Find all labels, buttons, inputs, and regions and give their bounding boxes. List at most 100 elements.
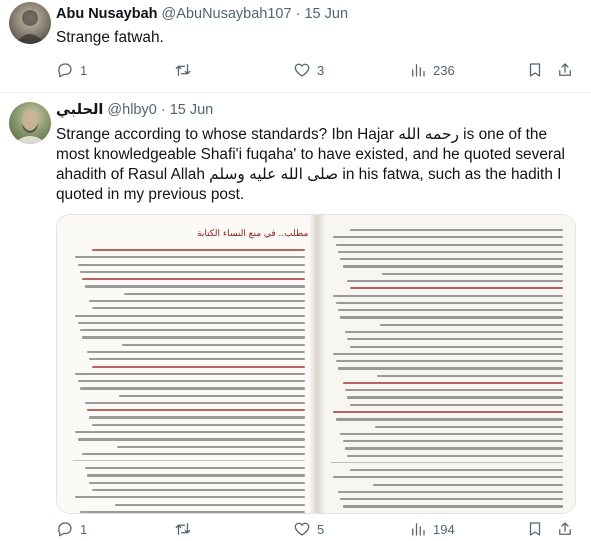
book-text-line xyxy=(375,425,563,428)
handle[interactable]: @hlby0 xyxy=(107,102,156,118)
tweet[interactable]: Abu Nusaybah @AbuNusaybah107 · 15 Jun St… xyxy=(0,0,591,92)
book-text-line xyxy=(89,299,305,303)
book-text-line xyxy=(335,360,563,363)
reply-count: 1 xyxy=(80,521,88,537)
reply-icon xyxy=(58,522,72,537)
book-text-line xyxy=(372,483,563,486)
like-count: 3 xyxy=(317,62,325,78)
display-name[interactable]: Abu Nusaybah xyxy=(56,6,158,22)
book-text-line xyxy=(79,270,305,274)
book-text-line xyxy=(333,236,563,239)
book-text-line xyxy=(337,490,563,494)
book-text-line xyxy=(340,498,563,501)
book-text-line xyxy=(89,416,305,419)
views-button[interactable]: 236 xyxy=(409,60,455,80)
book-text-line xyxy=(342,440,563,443)
book-text-line xyxy=(91,307,305,310)
book-text-line xyxy=(337,367,563,370)
book-text-line xyxy=(349,403,563,406)
book-text-line xyxy=(121,343,305,346)
book-text-line xyxy=(333,294,563,297)
book-text-line xyxy=(379,323,563,326)
book-rule xyxy=(73,460,305,462)
book-text-line xyxy=(333,476,563,479)
views-count: 236 xyxy=(433,62,455,78)
book-text-line xyxy=(86,350,305,354)
book-text-line xyxy=(75,372,305,375)
share-button[interactable] xyxy=(556,519,574,539)
book-text-line xyxy=(82,452,305,456)
book-text-line xyxy=(124,292,305,295)
bookmark-icon xyxy=(529,522,541,536)
reply-count: 1 xyxy=(80,62,88,78)
book-text-line xyxy=(77,263,305,266)
views-count: 194 xyxy=(433,521,455,537)
retweet-button[interactable] xyxy=(174,519,198,539)
book-text-line xyxy=(333,352,563,355)
book-text-line xyxy=(347,279,563,283)
separator: · xyxy=(160,102,166,118)
book-heading: مطلب.. في منع النساء الكتابة xyxy=(197,229,309,239)
display-name[interactable]: الحلبي xyxy=(56,102,103,118)
retweet-button[interactable] xyxy=(174,60,198,80)
book-text-line xyxy=(77,321,305,324)
book-text-line xyxy=(84,401,305,405)
bookmark-button[interactable] xyxy=(526,519,544,539)
book-page-left: مطلب.. في منع النساء الكتابة xyxy=(57,215,317,513)
like-button[interactable]: 5 xyxy=(293,519,324,539)
book-text-line xyxy=(86,409,305,412)
book-text-line xyxy=(342,265,563,268)
book-text-line xyxy=(91,249,305,252)
book-text-line xyxy=(344,389,563,392)
book-text-line xyxy=(340,432,563,436)
timestamp[interactable]: 15 Jun xyxy=(304,6,348,22)
book-text-line xyxy=(344,330,563,334)
book-text-line xyxy=(91,365,305,368)
book-text-line xyxy=(349,229,563,232)
avatar[interactable] xyxy=(9,102,51,144)
book-text-line xyxy=(79,510,305,513)
book-text-line xyxy=(349,287,563,290)
book-text-line xyxy=(79,329,305,332)
share-button[interactable] xyxy=(556,60,574,80)
tweet-header: Abu Nusaybah @AbuNusaybah107 · 15 Jun xyxy=(56,6,348,22)
reply-button[interactable]: 1 xyxy=(56,60,87,80)
book-text-line xyxy=(347,454,563,457)
separator: · xyxy=(295,6,301,22)
like-button[interactable]: 3 xyxy=(293,60,324,80)
book-text-line xyxy=(75,496,305,499)
views-button[interactable]: 194 xyxy=(409,519,455,539)
book-text-lines xyxy=(73,249,305,513)
tweet-actions: 1 3 236 xyxy=(56,60,576,80)
book-text-line xyxy=(347,338,563,341)
book-text-line xyxy=(335,301,563,304)
book-text-line xyxy=(344,447,563,450)
share-icon xyxy=(559,522,571,535)
share-icon xyxy=(559,63,571,76)
book-text-line xyxy=(342,505,563,508)
reply-button[interactable]: 1 xyxy=(56,519,87,539)
bookmark-button[interactable] xyxy=(526,60,544,80)
tweet-actions: 1 5 194 xyxy=(56,519,576,539)
book-text-line xyxy=(333,411,563,414)
book-text-line xyxy=(89,358,305,361)
book-text-line xyxy=(84,467,305,470)
book-text-line xyxy=(377,374,563,377)
avatar[interactable] xyxy=(9,2,51,44)
book-text-line xyxy=(114,503,305,506)
like-count: 5 xyxy=(317,521,325,537)
book-text-line xyxy=(82,278,305,281)
views-icon xyxy=(412,523,425,536)
book-text-line xyxy=(337,309,563,312)
tweet-text: Strange fatwah. xyxy=(56,29,164,46)
timestamp[interactable]: 15 Jun xyxy=(170,102,214,118)
tweet-image-book-scan[interactable]: مطلب.. في منع النساء الكتابة xyxy=(56,214,576,514)
book-text-line xyxy=(382,272,563,275)
bookmark-icon xyxy=(529,63,541,77)
book-text-line xyxy=(342,381,563,385)
book-text-line xyxy=(119,394,305,397)
book-text-line xyxy=(335,243,563,246)
handle[interactable]: @AbuNusaybah107 xyxy=(162,6,292,22)
book-text-line xyxy=(117,445,305,448)
book-text-line xyxy=(91,489,305,492)
